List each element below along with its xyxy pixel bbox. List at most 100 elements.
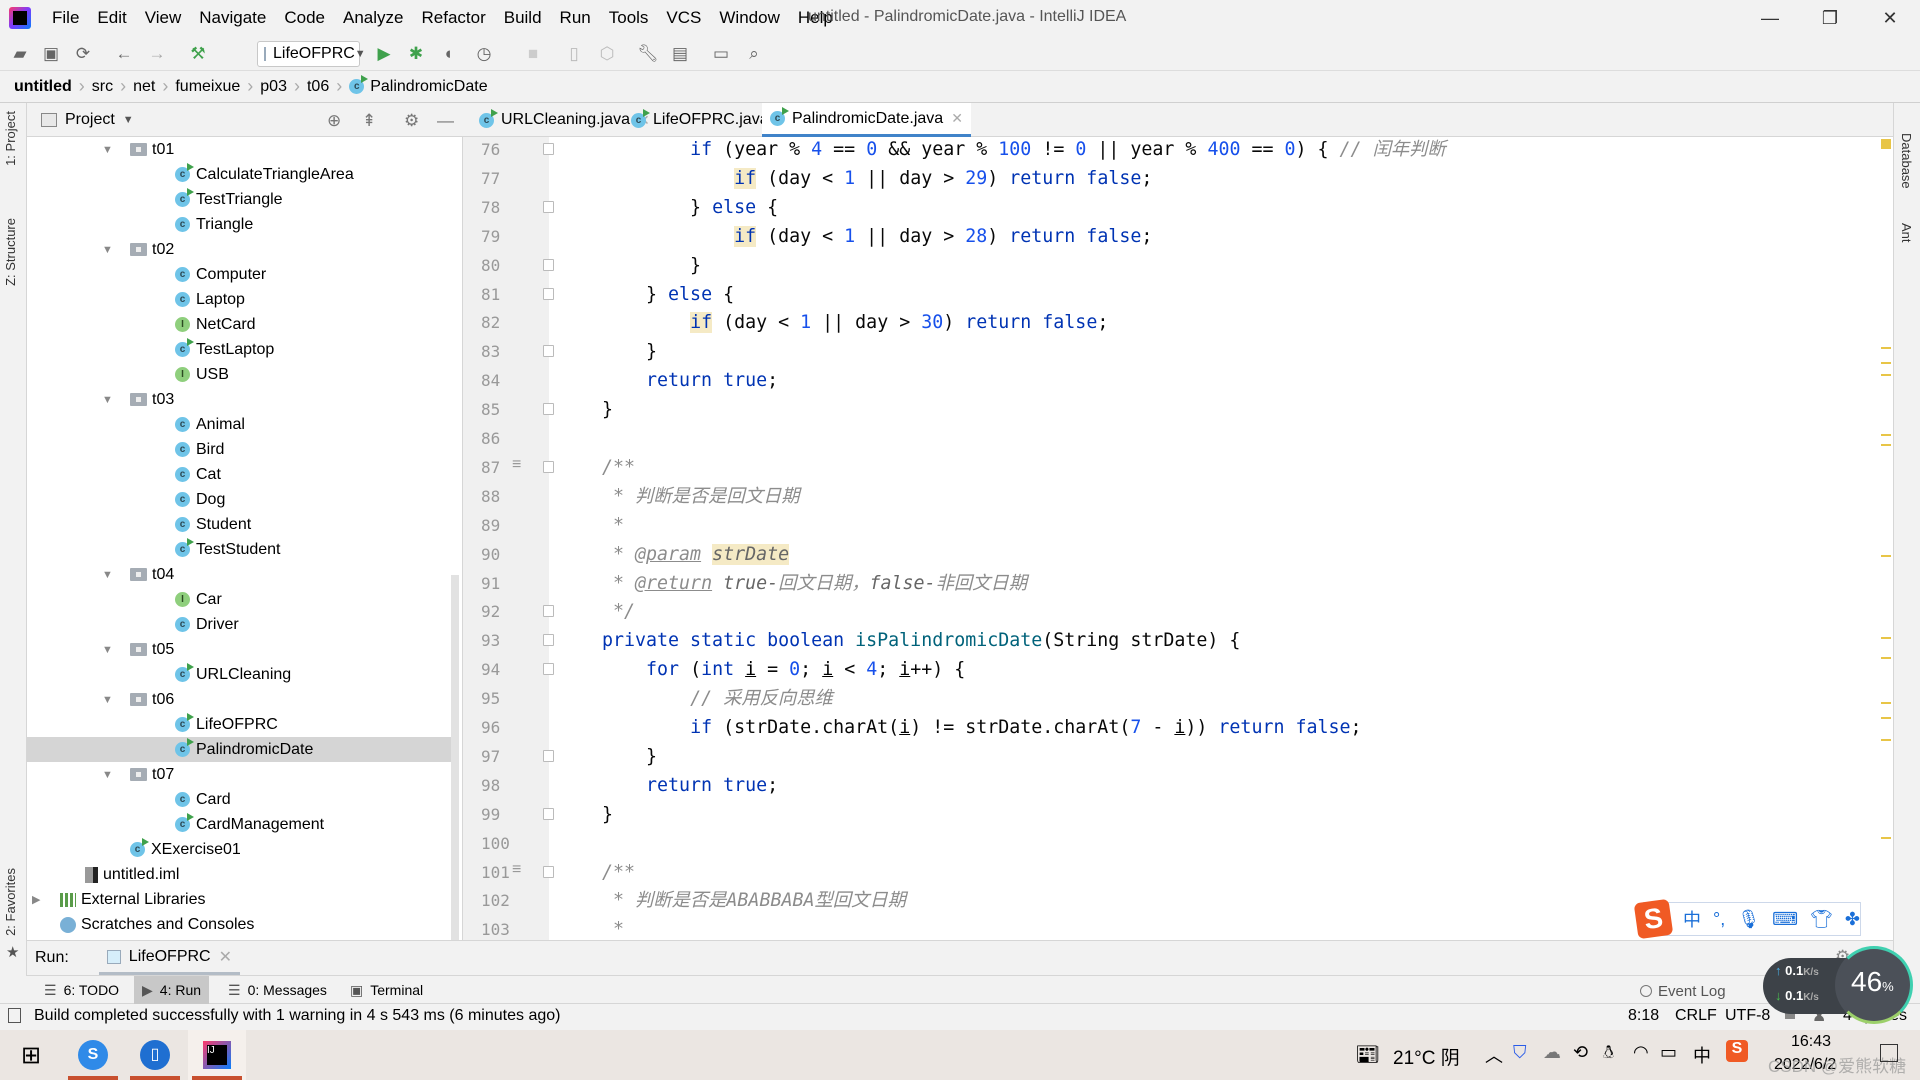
- restore-button[interactable]: ❐: [1800, 4, 1860, 32]
- menu-navigate[interactable]: Navigate: [190, 8, 275, 28]
- tree-item[interactable]: c PalindromicDate: [27, 737, 451, 762]
- keyboard-icon[interactable]: ⌨: [1772, 909, 1798, 930]
- warning-mark[interactable]: [1881, 717, 1891, 719]
- tree-item[interactable]: I NetCard: [27, 312, 451, 337]
- warning-mark[interactable]: [1881, 637, 1891, 639]
- tree-item[interactable]: ▼ t07: [27, 762, 451, 787]
- tree-item[interactable]: c TestTriangle: [27, 187, 451, 212]
- error-stripe[interactable]: [1879, 137, 1893, 940]
- run-tab[interactable]: LifeOFPRC ✕: [98, 942, 240, 975]
- status-toggle-icon[interactable]: [8, 1008, 21, 1023]
- sogou-tray-icon[interactable]: S: [1726, 1040, 1748, 1062]
- hide-icon[interactable]: —: [437, 111, 454, 131]
- expand-arrow-icon[interactable]: ▼: [102, 569, 113, 581]
- breadcrumb-item[interactable]: untitled: [14, 78, 72, 96]
- run-config-select[interactable]: LifeOFPRC ▼: [257, 41, 366, 67]
- warning-mark[interactable]: [1881, 434, 1891, 436]
- search-icon[interactable]: ⌕: [743, 43, 765, 65]
- ant-tool-button[interactable]: Ant: [1899, 223, 1914, 243]
- menu-analyze[interactable]: Analyze: [334, 8, 412, 28]
- intellij-taskbar-icon[interactable]: IJ: [188, 1030, 246, 1080]
- code-editor[interactable]: if (year % 4 == 0 && year % 100 != 0 || …: [549, 137, 1879, 940]
- tab-palindromicdate[interactable]: c PalindromicDate.java ✕: [762, 103, 971, 137]
- tree-item[interactable]: c Card: [27, 787, 451, 812]
- fold-end-icon[interactable]: [543, 200, 554, 213]
- menu-run[interactable]: Run: [551, 8, 600, 28]
- clock-time[interactable]: 16:43: [1791, 1033, 1831, 1051]
- render-doc-icon[interactable]: ≡: [512, 456, 521, 474]
- project-view-select[interactable]: Project: [65, 111, 115, 129]
- status-message[interactable]: Build completed successfully with 1 warn…: [34, 1007, 560, 1025]
- breadcrumb-item[interactable]: PalindromicDate: [370, 78, 487, 96]
- open-icon[interactable]: ▰: [9, 43, 31, 65]
- caret-position[interactable]: 8:18: [1628, 1007, 1659, 1025]
- microphone-icon[interactable]: 🎙︎: [1737, 909, 1760, 930]
- cloud-icon[interactable]: ☁: [1543, 1042, 1561, 1063]
- fold-start-icon[interactable]: [543, 634, 554, 647]
- warning-mark[interactable]: [1881, 702, 1891, 704]
- menu-code[interactable]: Code: [275, 8, 334, 28]
- fold-end-icon[interactable]: [543, 345, 554, 358]
- debug-icon[interactable]: ✱: [405, 43, 427, 65]
- tree-item[interactable]: I USB: [27, 362, 451, 387]
- run-icon[interactable]: ▶: [373, 43, 395, 65]
- warning-mark[interactable]: [1881, 444, 1891, 446]
- warning-mark[interactable]: [1881, 657, 1891, 659]
- tool-window-messages[interactable]: ☰ 0: Messages: [220, 976, 335, 1004]
- device-icon[interactable]: ▯: [563, 43, 585, 65]
- news-icon[interactable]: 📰︎: [1355, 1042, 1380, 1067]
- tree-item[interactable]: I Car: [27, 587, 451, 612]
- breadcrumb-item[interactable]: fumeixue: [175, 78, 240, 96]
- locate-icon[interactable]: ⊕: [327, 111, 341, 131]
- menu-tools[interactable]: Tools: [600, 8, 658, 28]
- structure-tool-button[interactable]: Z: Structure: [3, 218, 18, 286]
- fold-start-icon[interactable]: [543, 287, 554, 300]
- tree-item[interactable]: c TestLaptop: [27, 337, 451, 362]
- expand-arrow-icon[interactable]: ▼: [102, 769, 113, 781]
- menu-refactor[interactable]: Refactor: [412, 8, 494, 28]
- collapse-all-icon[interactable]: ⇞: [362, 111, 376, 131]
- breadcrumb-item[interactable]: net: [133, 78, 155, 96]
- menu-file[interactable]: File: [43, 8, 88, 28]
- expand-arrow-icon[interactable]: ▼: [102, 694, 113, 706]
- phone-app-icon[interactable]: ▯: [126, 1030, 184, 1080]
- toolbox-icon[interactable]: ✤: [1845, 909, 1860, 930]
- database-tool-button[interactable]: Database: [1899, 133, 1914, 189]
- gear-icon[interactable]: ⚙: [404, 111, 419, 131]
- tool-window-terminal[interactable]: ▣ Terminal: [342, 976, 431, 1004]
- breadcrumb-item[interactable]: src: [92, 78, 113, 96]
- ime-punct[interactable]: °,: [1713, 909, 1725, 930]
- warning-mark[interactable]: [1881, 739, 1891, 741]
- fold-start-icon[interactable]: [543, 460, 554, 473]
- warning-mark[interactable]: [1881, 837, 1891, 839]
- fold-end-icon[interactable]: [543, 403, 554, 416]
- chevron-down-icon[interactable]: ▼: [123, 114, 134, 126]
- favorites-tool-button[interactable]: 2: Favorites: [3, 868, 18, 936]
- tree-item[interactable]: c Cat: [27, 462, 451, 487]
- weather[interactable]: 21°C 阴: [1393, 1043, 1460, 1070]
- input-language[interactable]: 中: [1693, 1042, 1711, 1068]
- menu-edit[interactable]: Edit: [88, 8, 135, 28]
- tree-item[interactable]: c Animal: [27, 412, 451, 437]
- tree-item[interactable]: c Bird: [27, 437, 451, 462]
- tree-item[interactable]: ▶ External Libraries: [27, 887, 451, 912]
- tree-item[interactable]: ▼ t05: [27, 637, 451, 662]
- fold-start-icon[interactable]: [543, 143, 554, 155]
- render-doc-icon[interactable]: ≡: [512, 861, 521, 879]
- terminal-icon[interactable]: ▭: [710, 43, 732, 65]
- menu-build[interactable]: Build: [495, 8, 551, 28]
- warning-mark[interactable]: [1881, 347, 1891, 349]
- qq-icon[interactable]: 🐧︎: [1603, 1042, 1614, 1065]
- security-shield-icon[interactable]: ⛉: [1513, 1042, 1527, 1063]
- tree-item[interactable]: c Computer: [27, 262, 451, 287]
- close-button[interactable]: ✕: [1860, 4, 1920, 32]
- fold-end-icon[interactable]: [543, 749, 554, 762]
- tree-item[interactable]: c Dog: [27, 487, 451, 512]
- tree-item[interactable]: c Driver: [27, 612, 451, 637]
- fold-start-icon[interactable]: [543, 865, 554, 878]
- tree-item[interactable]: c XExercise01: [27, 837, 451, 862]
- wifi-icon[interactable]: ◠: [1633, 1042, 1649, 1063]
- event-log-button[interactable]: Event Log: [1640, 980, 1726, 1002]
- warning-mark[interactable]: [1881, 555, 1891, 557]
- sogou-logo-icon[interactable]: S: [1633, 898, 1674, 940]
